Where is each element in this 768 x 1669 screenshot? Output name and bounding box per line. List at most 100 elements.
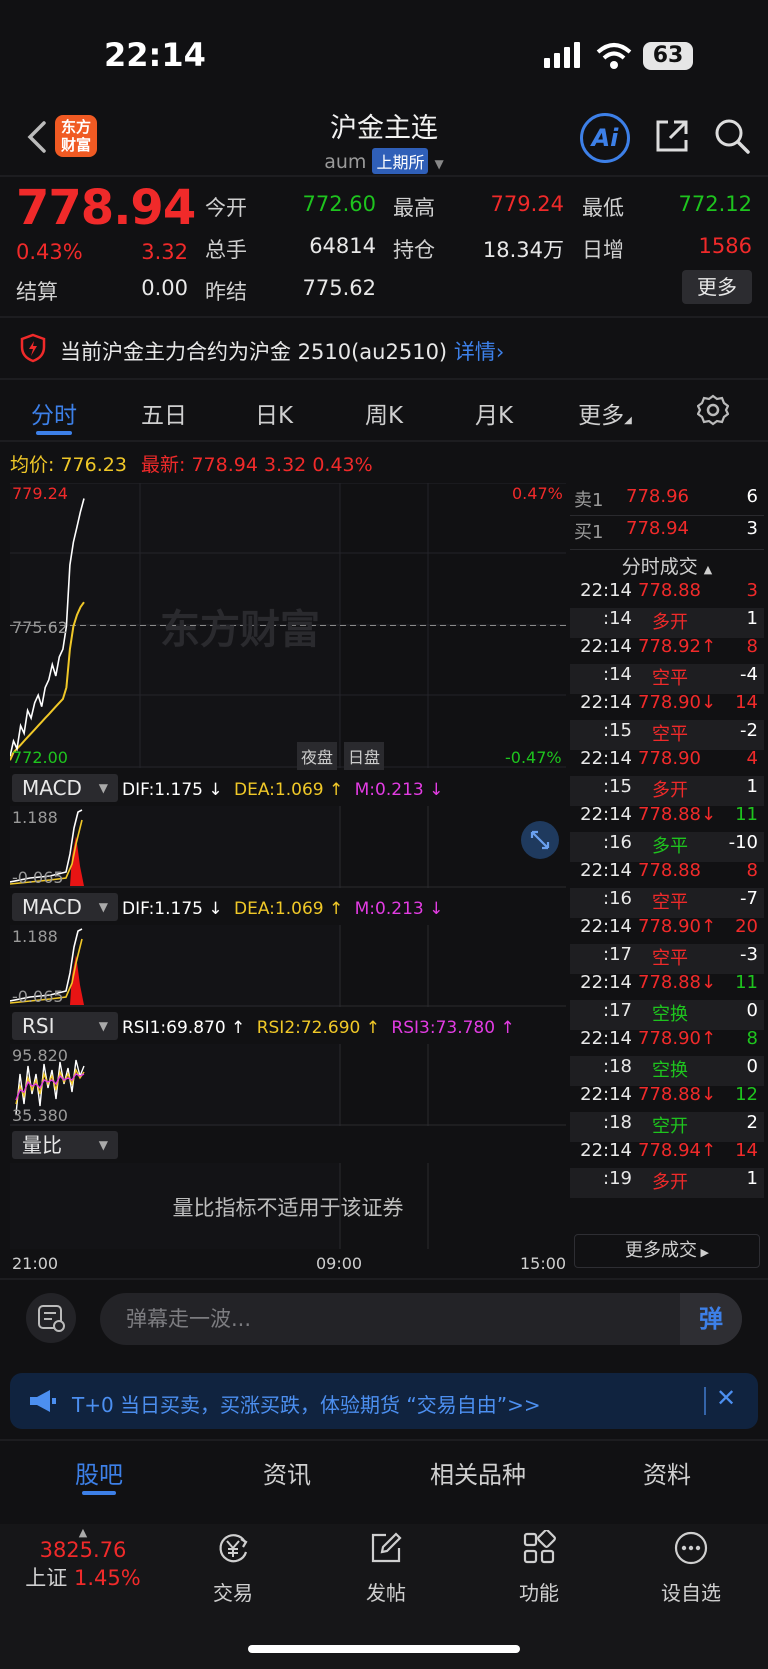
more-ticks-button[interactable]: 更多成交 ▶ <box>574 1234 760 1268</box>
danmu-send-button[interactable]: 弹 <box>680 1293 742 1345</box>
macd-chart-2[interactable] <box>10 925 566 1007</box>
tick-row: 22:14 778.94↑ 14 <box>570 1140 764 1170</box>
bid-price: 778.94 <box>626 518 689 539</box>
danmu-input[interactable]: 弹幕走一波... <box>100 1293 742 1345</box>
nav-functions[interactable]: 功能 <box>489 1529 589 1606</box>
tick-volume: 1 <box>746 1168 758 1189</box>
tab-more[interactable]: 更多◢ <box>568 396 642 430</box>
nav-watchlist[interactable]: 设自选 <box>641 1530 741 1606</box>
tick-row: :14 空平 -4 <box>570 664 764 694</box>
alert-shield-icon <box>20 333 46 363</box>
macd-dea: DEA:1.069 ↑ <box>234 780 344 800</box>
home-indicator <box>248 1645 520 1653</box>
pct-axis-bottom: -0.47% <box>505 748 562 767</box>
tick-price: 778.88↓ <box>638 804 717 825</box>
tick-price: 778.88 <box>638 580 701 601</box>
intraday-chart[interactable]: 东方财富 <box>10 483 566 768</box>
latest-pct: 0.43% <box>312 454 373 476</box>
tab-monthly-k[interactable]: 月K <box>462 396 526 430</box>
y-axis-bottom: 772.00 <box>12 748 68 767</box>
open-value: 772.60 <box>302 192 376 216</box>
bid-volume: 3 <box>746 518 758 539</box>
tick-row: :17 空平 -3 <box>570 944 764 974</box>
day-session-label: 日盘 <box>344 742 385 770</box>
tick-row: :15 多开 1 <box>570 776 764 806</box>
tick-time: :15 <box>603 776 632 797</box>
tick-volume: 1 <box>746 608 758 629</box>
tick-price: 空换 <box>652 1060 688 1081</box>
ticks-header[interactable]: 分时成交 ▲ <box>570 552 764 579</box>
macd2-m: M:0.213 ↓ <box>354 899 444 919</box>
grid-apps-icon <box>523 1529 556 1564</box>
edit-icon <box>371 1532 402 1563</box>
more-quote-button[interactable]: 更多 <box>682 270 752 304</box>
tick-row: 22:14 778.88 8 <box>570 860 764 890</box>
chevron-right-icon: › <box>495 340 505 364</box>
danmu-settings-icon <box>38 1305 65 1332</box>
tick-volume: 12 <box>735 1084 758 1105</box>
tick-volume: 0 <box>746 1000 758 1021</box>
tick-price: 778.90↑ <box>638 1028 717 1049</box>
tick-time: :16 <box>603 888 632 909</box>
tab-forum[interactable]: 股吧 <box>62 1455 136 1490</box>
tick-row: 22:14 778.88↓ 11 <box>570 804 764 834</box>
tab-news[interactable]: 资讯 <box>250 1455 324 1490</box>
index-value: 3825.76 <box>39 1538 127 1562</box>
settle-label: 结算 <box>16 280 58 304</box>
macd-selector-2[interactable]: MACD ▼ <box>12 893 118 921</box>
contract-code: aum <box>324 151 367 173</box>
x-axis-start: 21:00 <box>12 1254 59 1273</box>
chevron-down-icon: ▼ <box>434 157 444 171</box>
tick-row: :18 空开 2 <box>570 1112 764 1142</box>
tick-volume: -4 <box>740 664 758 685</box>
ask-row: 卖1 778.96 6 <box>570 486 764 516</box>
tick-row: 22:14 778.88↓ 12 <box>570 1084 764 1114</box>
settings-gear-icon[interactable] <box>697 394 729 426</box>
tick-time: 22:14 <box>580 860 632 881</box>
tick-volume: -2 <box>740 720 758 741</box>
tab-related[interactable]: 相关品种 <box>420 1455 536 1490</box>
tick-row: 22:14 778.90↑ 8 <box>570 1028 764 1058</box>
avg-label: 均价: <box>10 454 55 476</box>
last-price: 778.94 <box>16 180 196 236</box>
rsi-selector[interactable]: RSI ▼ <box>12 1012 118 1040</box>
index-ticker[interactable]: ▲ 3825.76 上证 1.45% <box>18 1526 148 1592</box>
volume-ratio-selector[interactable]: 量比 ▼ <box>12 1131 118 1159</box>
exchange-badge: 上期所 <box>372 148 429 174</box>
tab-intraday[interactable]: 分时 <box>22 396 86 430</box>
ai-assistant-button[interactable]: Ai <box>580 113 630 163</box>
change-value: 3.32 <box>141 240 188 264</box>
share-icon[interactable] <box>652 116 692 156</box>
tick-row: :18 空换 0 <box>570 1056 764 1086</box>
search-icon[interactable] <box>712 116 752 156</box>
tick-time: 22:14 <box>580 1140 632 1161</box>
rsi-chart[interactable] <box>10 1044 566 1126</box>
tick-time: 22:14 <box>580 1028 632 1049</box>
tab-five-day[interactable]: 五日 <box>132 396 196 430</box>
tick-price: 多开 <box>652 612 688 633</box>
daily-increase-label: 日增 <box>582 238 624 262</box>
volume-value: 64814 <box>309 234 376 258</box>
price-info-line: 均价: 776.23 最新: 778.94 3.32 0.43% <box>10 450 373 477</box>
tick-row: :14 多开 1 <box>570 608 764 638</box>
sort-up-icon: ▲ <box>703 563 713 576</box>
tab-profile[interactable]: 资料 <box>630 1455 704 1490</box>
tab-active-indicator <box>36 431 72 435</box>
macd-chart[interactable] <box>10 806 566 888</box>
tab-weekly-k[interactable]: 周K <box>352 396 416 430</box>
expand-icon[interactable] <box>520 820 560 860</box>
tick-volume: 0 <box>746 1056 758 1077</box>
settle-value: 0.00 <box>141 276 188 300</box>
nav-post[interactable]: 发帖 <box>336 1530 436 1606</box>
tick-time: 22:14 <box>580 748 632 769</box>
macd-selector[interactable]: MACD ▼ <box>12 774 118 802</box>
tick-volume: 14 <box>735 1140 758 1161</box>
tab-daily-k[interactable]: 日K <box>242 396 306 430</box>
close-icon[interactable]: ✕ <box>716 1384 736 1412</box>
danmu-toggle-button[interactable] <box>26 1293 76 1343</box>
bottom-tab-indicator <box>82 1491 116 1495</box>
nav-trade[interactable]: 交易 <box>183 1530 283 1606</box>
volume-ratio-note: 量比指标不适用于该证券 <box>172 1196 404 1220</box>
notice-detail-link[interactable]: 详情› <box>454 340 504 364</box>
rsi2-value: RSI2:72.690 ↑ <box>256 1018 380 1038</box>
